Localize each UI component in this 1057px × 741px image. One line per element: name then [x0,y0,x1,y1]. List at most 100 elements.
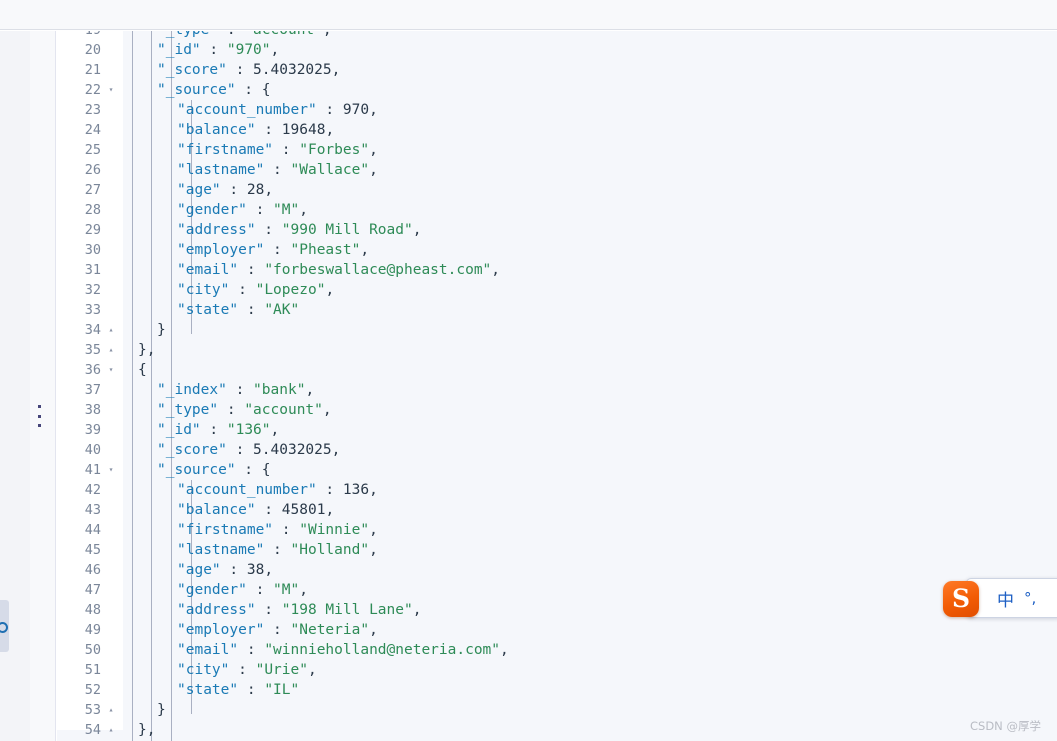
json-punctuation: : { [235,462,271,478]
code-line[interactable]: "email" : "forbeswallace@pheast.com", [123,260,1057,280]
json-key: "email" [177,262,239,278]
code-line[interactable]: { [123,360,1057,380]
code-line[interactable]: "employer" : "Neteria", [123,620,1057,640]
line-number: 53 ▴ [57,700,123,720]
json-key: "balance" [177,122,256,138]
line-number: 26 [84,162,101,178]
code-line[interactable]: "employer" : "Pheast", [123,240,1057,260]
code-surface[interactable]: "_type" : "account","_id" : "970","_scor… [123,31,1057,741]
sogou-ime-toolbar[interactable]: S 中 °, [943,578,1057,618]
code-line[interactable]: "_type" : "account", [123,400,1057,420]
code-line[interactable]: "gender" : "M", [123,580,1057,600]
code-line[interactable]: "balance" : 19648, [123,120,1057,140]
json-string-value: "account" [244,31,323,38]
json-key: "firstname" [177,522,274,538]
code-line[interactable]: "_source" : { [123,80,1057,100]
code-line[interactable]: "firstname" : "Forbes", [123,140,1057,160]
json-key: "lastname" [177,162,265,178]
json-punctuation: , [325,502,335,518]
json-key: "_id" [157,42,201,58]
json-punctuation: : [246,582,274,598]
ime-mode-toggle[interactable]: 中 [997,586,1014,611]
json-punctuation: , [412,222,422,238]
line-number: 32 [84,282,101,298]
line-number: 48 [84,602,101,618]
code-line[interactable]: }, [123,720,1057,740]
ime-punctuation-toggle[interactable]: °, [1024,589,1036,607]
code-line[interactable]: "state" : "AK" [123,300,1057,320]
json-punctuation: : [238,302,265,318]
json-punctuation: : [220,562,247,578]
code-line[interactable]: "lastname" : "Holland", [123,540,1057,560]
json-key: "city" [177,282,230,298]
code-line[interactable]: } [123,320,1057,340]
fold-expand-icon[interactable]: ▴ [106,720,116,740]
json-punctuation: : [229,662,256,678]
json-string-value: "M" [273,202,300,218]
fold-expand-icon[interactable]: ▴ [106,320,116,340]
json-punctuation: , [299,582,308,598]
code-line[interactable]: "address" : "990 Mill Road", [123,220,1057,240]
code-line[interactable]: }, [123,340,1057,360]
json-punctuation: , [322,402,332,418]
json-code-editor[interactable]: 19 20 21 22▾ 23 24 25 26 27 28 29 30 31 32 33 34▴35▴36▾… [57,31,1057,741]
code-line[interactable]: "_id" : "970", [123,40,1057,60]
json-punctuation: , [331,442,341,458]
code-line[interactable]: "account_number" : 136, [123,480,1057,500]
json-string-value: "winnieholland@neteria.com" [264,642,501,658]
csdn-watermark: CSDN @厚学 [970,719,1041,733]
code-line[interactable]: "firstname" : "Winnie", [123,520,1057,540]
json-punctuation: : [316,102,343,118]
json-punctuation: { [138,362,147,378]
fold-expand-icon[interactable]: ▴ [106,700,116,720]
refresh-circle-icon [0,622,8,633]
json-key: "_index" [157,382,227,398]
code-line[interactable]: "city" : "Urie", [123,660,1057,680]
json-punctuation: , [264,562,274,578]
code-line[interactable]: "_score" : 5.4032025, [123,440,1057,460]
line-number: 50 [84,642,101,658]
code-line[interactable]: "_type" : "account", [123,31,1057,40]
json-key: "gender" [177,582,247,598]
left-edge-floating-tab[interactable] [0,600,9,652]
code-line[interactable]: "_score" : 5.4032025, [123,60,1057,80]
code-line[interactable]: "balance" : 45801, [123,500,1057,520]
code-line[interactable]: "_index" : "bank", [123,380,1057,400]
code-line[interactable]: "age" : 38, [123,560,1057,580]
line-number: 29 [84,222,101,238]
json-punctuation: , [323,31,332,38]
code-line[interactable]: "lastname" : "Wallace", [123,160,1057,180]
json-punctuation: : { [235,82,271,98]
code-line[interactable]: "_source" : { [123,460,1057,480]
json-number-value: 970 [342,102,370,118]
json-number-value: 5.4032025 [253,442,332,458]
line-number: 34 ▴ [57,320,123,340]
json-punctuation: : [220,182,247,198]
fold-collapse-icon[interactable]: ▾ [106,360,116,380]
json-punctuation: : [273,522,300,538]
fold-collapse-icon[interactable]: ▾ [106,460,116,480]
line-number: 42 [84,482,101,498]
code-line[interactable]: "gender" : "M", [123,200,1057,220]
line-number: 30 [84,242,101,258]
code-line[interactable]: "_id" : "136", [123,420,1057,440]
json-key: "employer" [177,242,265,258]
json-key: "_type" [157,31,218,38]
code-line[interactable]: } [123,700,1057,720]
code-line[interactable]: "age" : 28, [123,180,1057,200]
json-key: "_type" [157,402,219,418]
code-line[interactable]: "state" : "IL" [123,680,1057,700]
line-number: 52 [84,682,101,698]
code-line[interactable]: "account_number" : 970, [123,100,1057,120]
json-string-value: "M" [273,582,300,598]
json-punctuation: : [316,482,343,498]
json-key: "state" [177,682,239,698]
code-line[interactable]: "address" : "198 Mill Lane", [123,600,1057,620]
json-string-value: "198 Mill Lane" [281,602,413,618]
code-line[interactable]: "email" : "winnieholland@neteria.com", [123,640,1057,660]
fold-expand-icon[interactable]: ▴ [106,340,116,360]
fold-collapse-icon[interactable]: ▾ [106,80,116,100]
sogou-logo-icon[interactable]: S [943,581,979,617]
code-line[interactable]: "city" : "Lopezo", [123,280,1057,300]
vertical-dots-drag-handle[interactable] [33,403,45,429]
